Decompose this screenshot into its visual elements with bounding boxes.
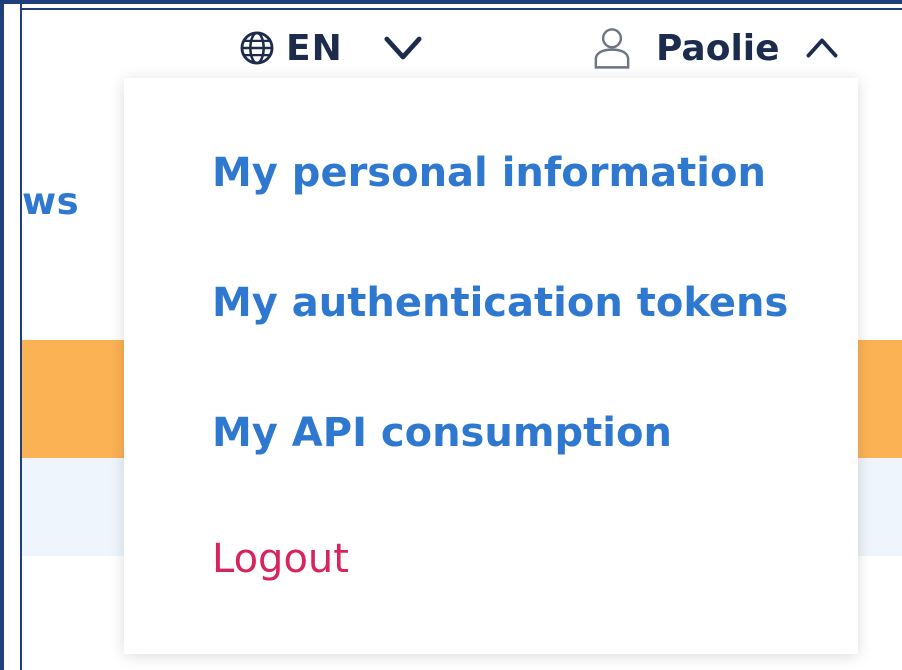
globe-icon [240,31,274,65]
person-icon [594,28,630,69]
menu-item-personal-information[interactable]: My personal information [212,150,766,196]
page-border-top [20,8,902,10]
menu-item-logout[interactable]: Logout [212,536,349,582]
menu-item-authentication-tokens[interactable]: My authentication tokens [212,280,788,326]
language-code: EN [286,27,343,69]
frame-border-left [0,0,4,670]
background-nav-link[interactable]: ws [22,180,79,223]
chevron-down-icon [384,36,422,60]
language-selector[interactable]: EN [238,22,425,74]
frame-border-top [0,0,902,4]
chevron-up-icon [806,38,837,58]
user-menu-toggle[interactable]: Paolie [592,22,840,74]
screenshot-frame: ws EN Paolie My personal information My … [0,0,902,670]
page-border-left [20,4,22,670]
user-dropdown-menu: My personal information My authenticatio… [124,78,858,654]
user-name: Paolie [656,27,780,69]
menu-item-api-consumption[interactable]: My API consumption [212,410,672,456]
